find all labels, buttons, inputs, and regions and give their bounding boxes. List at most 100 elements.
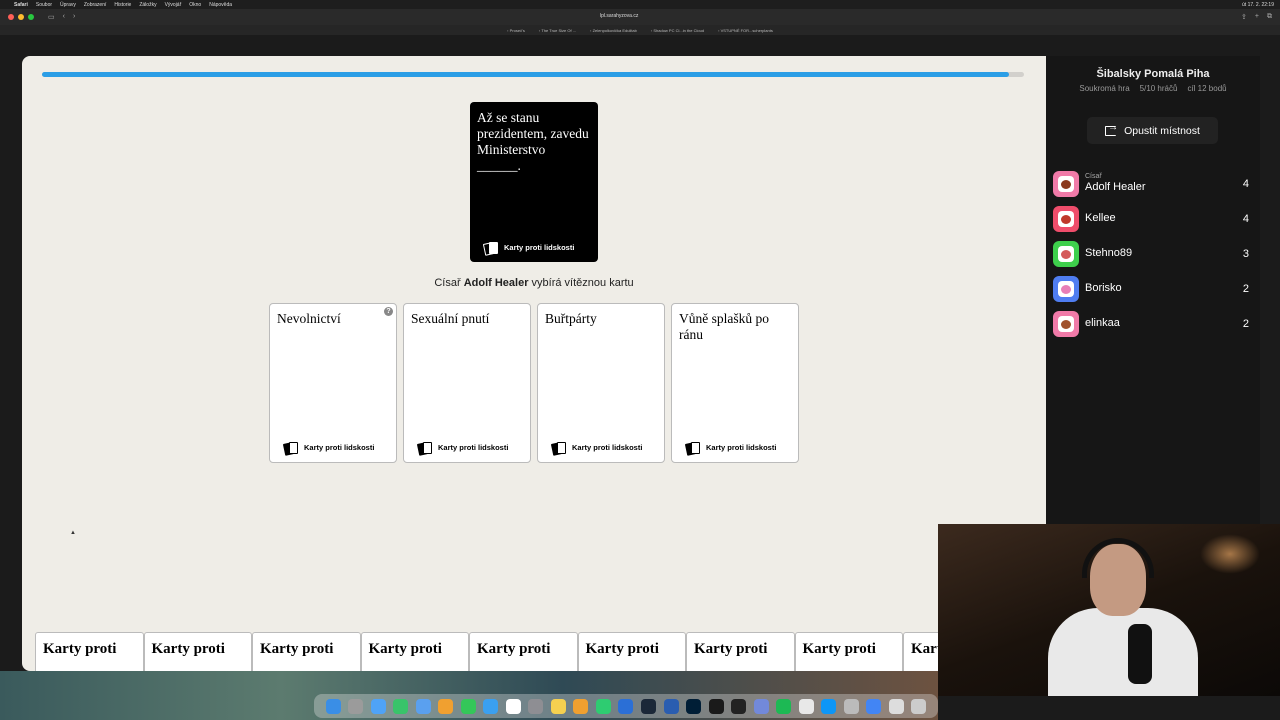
cards-logo-icon [550,442,568,456]
white-card[interactable]: Buřtpárty Karty proti lidskosti [537,303,665,463]
dock-app-icon[interactable] [663,698,679,714]
dock-app-icon[interactable] [888,698,904,714]
player-name: Borisko [1085,282,1122,294]
player-name: Kellee [1085,212,1116,224]
player-name: elinkaa [1085,317,1120,329]
room-name: Šibalsky Pomalá Piha [1096,68,1210,80]
card-brand-label: Karty proti lidskosti [504,243,575,252]
hand-card[interactable]: Karty proti [252,632,361,671]
dock-app-icon[interactable] [731,698,747,714]
menu-item-window[interactable]: Okno [189,2,201,8]
tab-overview-icon[interactable]: ⧉ [1267,13,1272,21]
menu-item-view[interactable]: Zobrazení [84,2,107,8]
round-timer-fill [42,72,1010,77]
dock-app-icon[interactable] [415,698,431,714]
round-status: Císař Adolf Healer vybírá vítěznou kartu [22,277,1046,289]
headphones [1082,538,1154,578]
hand-card[interactable]: Karty proti [686,632,795,671]
hand-card[interactable]: Karty proti [469,632,578,671]
dock-app-icon[interactable] [348,698,364,714]
favorite-link[interactable]: VSTUPNÉ FOR...scherplants [718,28,773,33]
player-hand: Karty proti Karty proti Karty proti Kart… [35,632,1012,671]
dock-app-icon[interactable] [776,698,792,714]
dock-app-icon[interactable] [911,698,927,714]
favorite-link[interactable]: The True Size Of ... [539,28,576,33]
dock-app-icon[interactable] [618,698,634,714]
menu-item-edit[interactable]: Úpravy [60,2,76,8]
menu-item-bookmarks[interactable]: Záložky [139,2,156,8]
player-score: 4 [1242,177,1249,190]
maximize-window-button[interactable] [28,14,34,20]
address-bar[interactable]: lpl.sarahyzova.cz [600,13,638,19]
help-icon[interactable]: ? [384,307,393,316]
share-icon[interactable]: ⇪ [1241,13,1247,21]
cards-logo-icon [282,442,300,456]
close-window-button[interactable] [8,14,14,20]
dock-app-icon[interactable] [708,698,724,714]
white-card[interactable]: Nevolnictví ? Karty proti lidskosti [269,303,397,463]
favorite-link[interactable]: Zelenpolkovička Edulitab [590,28,637,33]
favorite-link[interactable]: Proseč's [507,28,525,33]
cards-logo-icon [482,242,500,256]
white-card[interactable]: Vůně splašků po ránu Karty proti lidskos… [671,303,799,463]
player-name: Adolf Healer [1085,181,1146,193]
white-card-text: Sexuální pnutí [411,311,490,326]
leave-room-label: Opustit místnost [1124,124,1200,137]
white-card[interactable]: Sexuální pnutí Karty proti lidskosti [403,303,531,463]
score-goal: cíl 12 bodů [1187,84,1227,93]
dock-app-icon[interactable] [528,698,544,714]
menu-bar: Safari Soubor Úpravy Zobrazení Historie … [0,0,1280,9]
back-icon[interactable]: ‹ [63,13,65,21]
dock-app-icon[interactable] [640,698,656,714]
clock[interactable]: út 17. 2. 22:19 [1242,2,1274,8]
card-brand-label: Karty proti lidskosti [304,443,375,452]
dock-app-icon[interactable] [460,698,476,714]
new-tab-icon[interactable]: + [1255,13,1259,21]
player-row: Císař Adolf Healer 4 [1053,166,1249,201]
menu-item-file[interactable]: Soubor [36,2,52,8]
card-brand-label: Karty proti lidskosti [706,443,777,452]
sidebar-toggle-icon[interactable]: ▭ [48,13,55,21]
dock-app-icon[interactable] [438,698,454,714]
dock-app-icon[interactable] [595,698,611,714]
hand-card[interactable]: Karty proti [577,632,686,671]
dock-app-icon[interactable] [393,698,409,714]
dock-app-icon[interactable] [325,698,341,714]
round-timer-bar [42,72,1024,77]
game-board: Až se stanu prezidentem, zavedu Minister… [22,56,1046,671]
dock-app-icon[interactable] [686,698,702,714]
dock-app-icon[interactable] [866,698,882,714]
hand-card[interactable]: Karty proti [360,632,469,671]
dock-app-icon[interactable] [798,698,814,714]
minimize-window-button[interactable] [18,14,24,20]
hand-card[interactable]: Karty proti [794,632,903,671]
hand-card[interactable]: Karty proti [35,632,144,671]
hand-card[interactable]: Karty proti [143,632,252,671]
player-score: 4 [1242,212,1249,225]
dock-app-icon[interactable] [550,698,566,714]
player-row: Borisko 2 [1053,271,1249,306]
dock-app-icon[interactable] [573,698,589,714]
menu-item-develop[interactable]: Vývojář [165,2,182,8]
favorite-link[interactable]: Shadow PC Cl...in the Cloud [651,28,704,33]
player-row: elinkaa 2 [1053,306,1249,341]
dock-app-icon[interactable] [843,698,859,714]
players-count: 5/10 hráčů [1139,84,1178,93]
forward-icon[interactable]: › [73,13,75,21]
menu-app-name[interactable]: Safari [14,2,28,8]
dock-app-icon[interactable] [370,698,386,714]
card-brand-label: Karty proti lidskosti [572,443,643,452]
menu-item-help[interactable]: Nápověda [209,2,232,8]
dock-app-icon[interactable] [483,698,499,714]
leave-room-button[interactable]: Opustit místnost [1087,117,1218,144]
dock-app-icon[interactable] [753,698,769,714]
avatar [1053,275,1079,302]
dock [314,694,938,718]
card-brand: Karty proti lidskosti [416,440,508,456]
player-role: Císař [1085,173,1102,180]
browser-toolbar: ▭ ‹ › lpl.sarahyzova.cz ⇪ + ⧉ [0,9,1280,25]
webcam-overlay [938,524,1280,696]
dock-app-icon[interactable] [505,698,521,714]
menu-item-history[interactable]: Historie [114,2,131,8]
dock-app-icon[interactable] [821,698,837,714]
